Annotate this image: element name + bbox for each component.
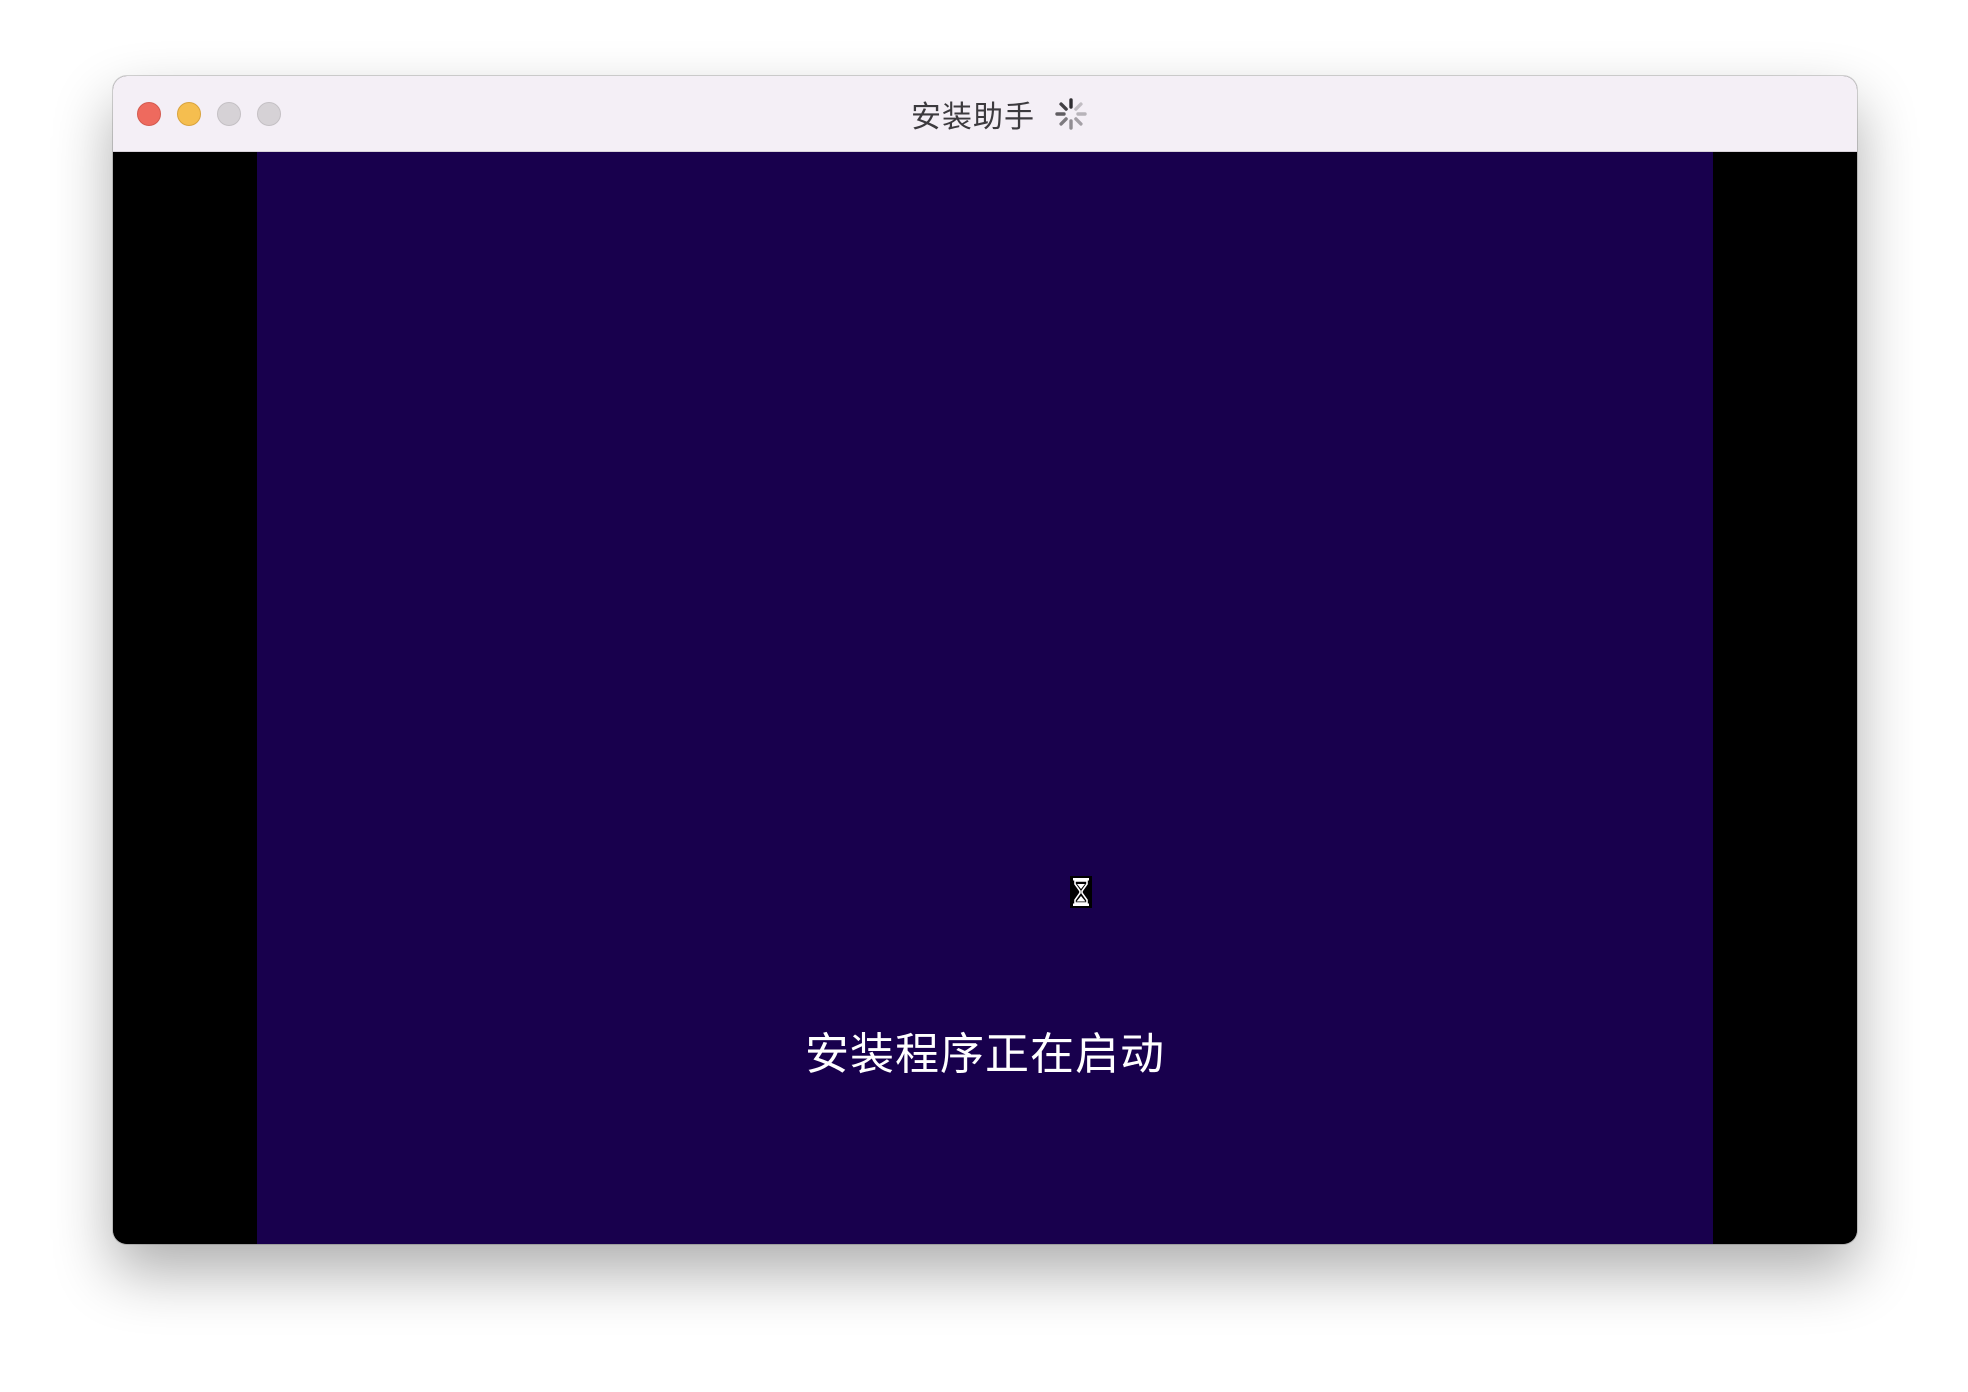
window-title-group: 安装助手 [113, 76, 1857, 152]
hourglass-cursor-icon [1070, 876, 1092, 908]
vm-display[interactable]: 安装程序正在启动 [113, 152, 1857, 1244]
window-title: 安装助手 [911, 100, 1035, 135]
titlebar[interactable]: 安装助手 [113, 76, 1857, 152]
installer-status-text: 安装程序正在启动 [805, 1029, 1165, 1080]
installer-window: 安装助手 安装程序正在启动 [113, 76, 1857, 1244]
installer-screen[interactable]: 安装程序正在启动 [257, 152, 1713, 1244]
loading-spinner-icon [1055, 98, 1087, 130]
